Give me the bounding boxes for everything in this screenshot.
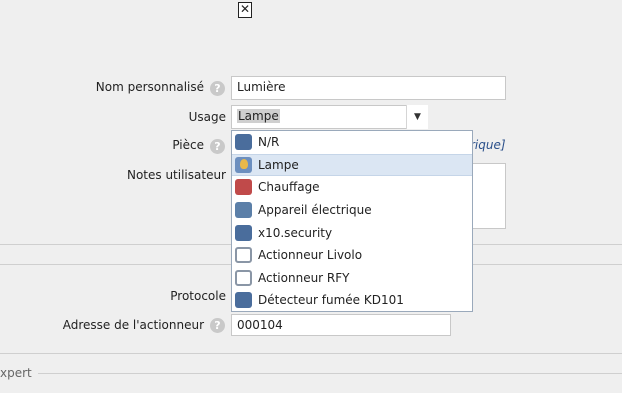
- radiator-icon: [235, 179, 252, 196]
- dropdown-option-label: Lampe: [258, 157, 299, 172]
- piece-label: Pièce: [172, 138, 204, 152]
- dropdown-option[interactable]: x10.security: [232, 221, 472, 244]
- chevron-down-icon[interactable]: ▼: [406, 105, 428, 129]
- lamp-icon: [235, 156, 252, 173]
- dropdown-option-label: Actionneur RFY: [258, 270, 350, 285]
- help-icon[interactable]: ?: [210, 139, 225, 154]
- dropdown-option-label: Actionneur Livolo: [258, 248, 363, 263]
- dropdown-option-label: Appareil électrique: [258, 203, 372, 218]
- blank-icon: [235, 134, 252, 151]
- notes-label: Notes utilisateur: [126, 168, 226, 182]
- dropdown-option[interactable]: Détecteur fumée KD101: [232, 289, 472, 312]
- smoke-detector-icon: [235, 292, 252, 309]
- security-icon: [235, 224, 252, 241]
- adresse-label: Adresse de l'actionneur: [62, 318, 204, 332]
- nom-label: Nom personnalisé: [95, 80, 204, 94]
- help-icon[interactable]: ?: [210, 318, 225, 333]
- divider: [0, 353, 622, 354]
- usage-dropdown-list[interactable]: N/R Lampe Chauffage Appareil électrique x10.…: [231, 130, 473, 312]
- plug-icon: [235, 202, 252, 219]
- dropdown-option-label: Chauffage: [258, 180, 320, 195]
- help-icon[interactable]: ?: [210, 81, 225, 96]
- rfy-switch-icon: [235, 269, 252, 286]
- expert-section-title[interactable]: xpert: [0, 366, 38, 380]
- dropdown-option[interactable]: Chauffage: [232, 176, 472, 199]
- dropdown-option[interactable]: Actionneur Livolo: [232, 244, 472, 267]
- close-icon[interactable]: ✕: [238, 2, 252, 18]
- usage-label: Usage: [188, 110, 226, 124]
- protocole-label: Protocole: [170, 289, 226, 303]
- usage-select-value: Lampe: [237, 109, 280, 123]
- dropdown-option[interactable]: Appareil électrique: [232, 199, 472, 222]
- dropdown-option[interactable]: N/R: [232, 131, 472, 154]
- livolo-switch-icon: [235, 247, 252, 264]
- dropdown-option[interactable]: Actionneur RFY: [232, 267, 472, 290]
- dropdown-option-label: N/R: [258, 135, 280, 150]
- nom-input[interactable]: Lumière: [231, 76, 506, 100]
- divider: [0, 373, 622, 374]
- piece-link[interactable]: rique]: [470, 138, 506, 152]
- usage-select[interactable]: Lampe: [231, 105, 428, 129]
- adresse-input[interactable]: 000104: [231, 314, 451, 336]
- dropdown-option[interactable]: Lampe: [232, 153, 472, 177]
- dropdown-option-label: Détecteur fumée KD101: [258, 293, 404, 308]
- dropdown-option-label: x10.security: [258, 225, 333, 240]
